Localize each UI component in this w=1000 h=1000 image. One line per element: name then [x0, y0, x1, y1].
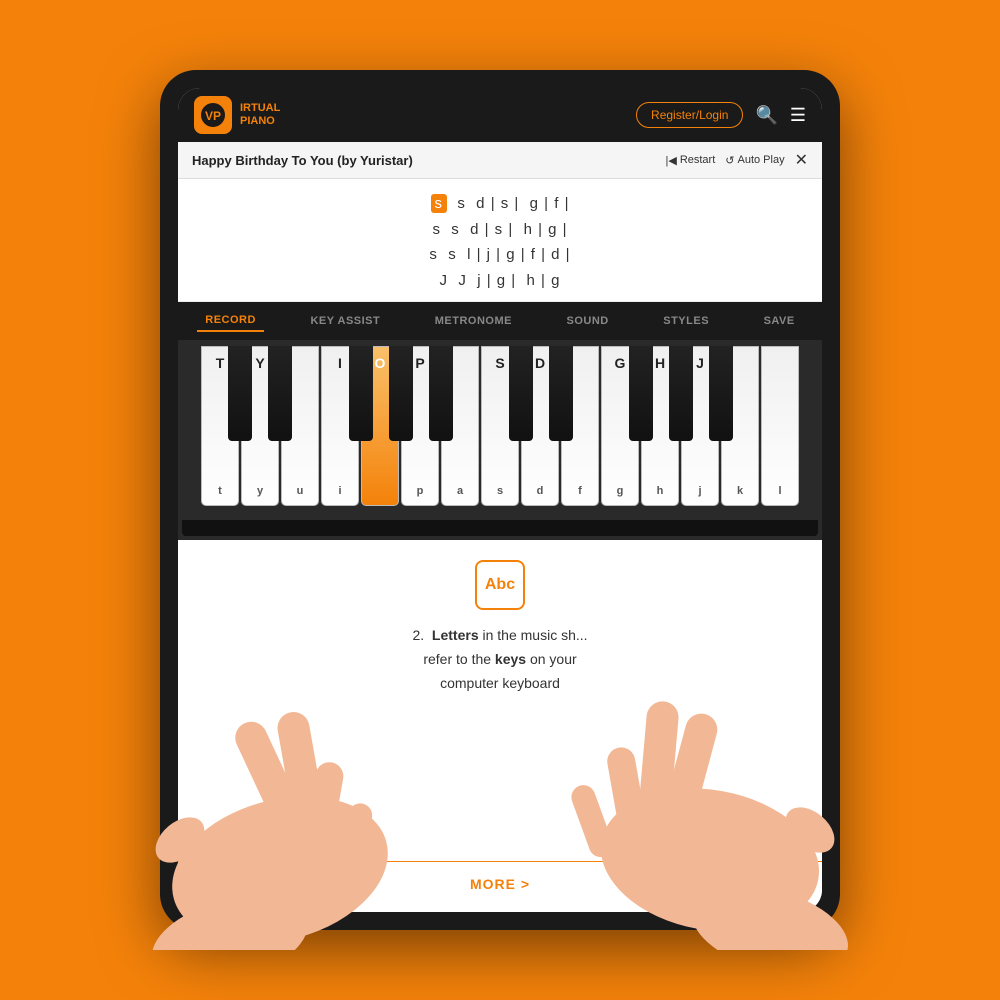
song-bar: Happy Birthday To You (by Yuristar) |◀ R…: [178, 142, 822, 179]
keyboard-text: computer keyboard: [440, 675, 560, 691]
sheet-line-2: s s d | s | h | g |: [178, 217, 822, 243]
autoplay-button[interactable]: ↺ Auto Play: [725, 154, 784, 167]
black-key-9[interactable]: [669, 346, 693, 441]
toolbar-metronome[interactable]: METRONOME: [427, 311, 520, 331]
more-button[interactable]: MORE >: [178, 861, 822, 892]
black-key-5[interactable]: [429, 346, 453, 441]
piano-keys: T t Y y _ u I i: [182, 346, 818, 516]
keys-label: keys: [495, 651, 526, 667]
song-controls: |◀ Restart ↺ Auto Play ✕: [665, 150, 808, 170]
black-key-6[interactable]: [509, 346, 533, 441]
black-key-2[interactable]: [268, 346, 292, 441]
toolbar-record[interactable]: RECORD: [197, 310, 264, 332]
highlighted-note: s: [431, 194, 448, 213]
black-key-4[interactable]: [389, 346, 413, 441]
toolbar-sound[interactable]: SOUND: [559, 311, 617, 331]
sheet-area: s s d | s | g | f | s s d | s | h | g | …: [178, 179, 822, 302]
letters-label: Letters: [432, 627, 479, 643]
toolbar-save[interactable]: SAVE: [756, 311, 803, 331]
app-header: VP IRTUAL PIANO Register/Login 🔍 ☰: [178, 88, 822, 142]
screen: VP IRTUAL PIANO Register/Login 🔍 ☰ Happy…: [178, 88, 822, 912]
black-key-3[interactable]: [349, 346, 373, 441]
black-key-8[interactable]: [629, 346, 653, 441]
restart-button[interactable]: |◀ Restart: [665, 154, 715, 167]
piano-area: T t Y y _ u I i: [178, 340, 822, 540]
white-key-l[interactable]: _ l: [761, 346, 799, 506]
logo-area: VP IRTUAL PIANO: [194, 96, 280, 134]
sheet-line-3: s s l | j | g | f | d |: [178, 242, 822, 268]
search-icon[interactable]: 🔍: [755, 105, 777, 126]
black-key-10[interactable]: [709, 346, 733, 441]
sheet-line-4: J J j | g | h | g: [178, 268, 822, 294]
step-number: 2.: [412, 627, 424, 643]
info-text: 2. Letters in the music sh... refer to t…: [412, 624, 587, 695]
toolbar-key-assist[interactable]: KEY ASSIST: [302, 311, 388, 331]
header-right: Register/Login 🔍 ☰: [636, 102, 806, 128]
toolbar: RECORD KEY ASSIST METRONOME SOUND STYLES…: [178, 302, 822, 340]
tablet-device: VP IRTUAL PIANO Register/Login 🔍 ☰ Happy…: [160, 70, 840, 930]
toolbar-styles[interactable]: STYLES: [655, 311, 717, 331]
abc-icon: Abc: [475, 560, 525, 610]
autoplay-icon: ↺: [725, 154, 734, 167]
close-button[interactable]: ✕: [795, 150, 808, 170]
sheet-line-1: s s d | s | g | f |: [178, 191, 822, 217]
piano-bottom-bar: [182, 520, 818, 536]
svg-text:VP: VP: [205, 109, 221, 123]
info-area: Abc 2. Letters in the music sh... refer …: [178, 540, 822, 912]
black-key-7[interactable]: [549, 346, 573, 441]
register-login-button[interactable]: Register/Login: [636, 102, 743, 128]
logo-icon: VP: [194, 96, 232, 134]
restart-icon: |◀: [665, 154, 676, 167]
song-title: Happy Birthday To You (by Yuristar): [192, 153, 413, 168]
menu-icon[interactable]: ☰: [790, 105, 806, 126]
black-key-1[interactable]: [228, 346, 252, 441]
logo-text: IRTUAL PIANO: [240, 102, 280, 128]
